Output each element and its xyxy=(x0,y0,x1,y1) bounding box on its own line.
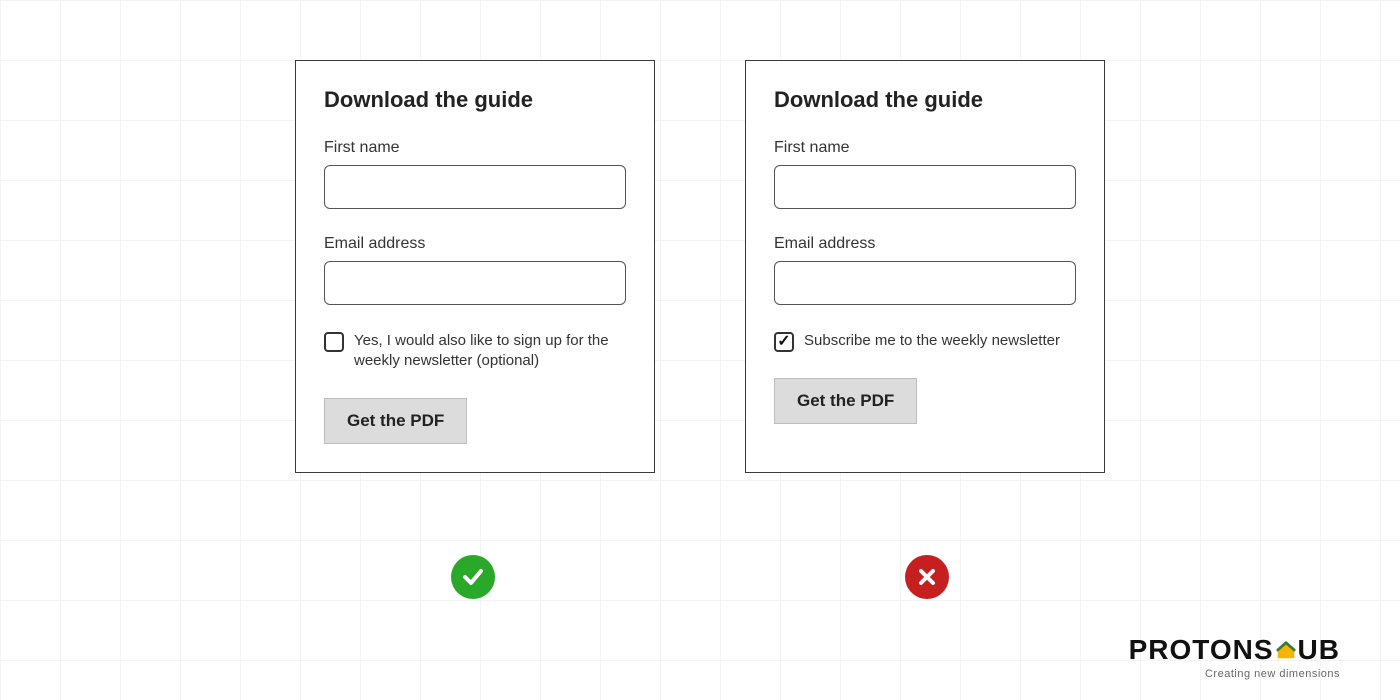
first-name-label: First name xyxy=(324,139,626,157)
newsletter-checkbox-row: Subscribe me to the weekly newsletter xyxy=(774,331,1076,352)
email-input[interactable] xyxy=(324,261,626,305)
brand-name: PROTONS UB xyxy=(1129,634,1340,666)
brand-logo: PROTONS UB Creating new dimensions xyxy=(1129,634,1340,680)
email-field: Email address xyxy=(324,235,626,305)
form-title: Download the guide xyxy=(324,87,626,113)
brand-name-right: UB xyxy=(1298,634,1340,665)
cross-icon xyxy=(915,565,939,589)
first-name-input[interactable] xyxy=(324,165,626,209)
email-field: Email address xyxy=(774,235,1076,305)
newsletter-checkbox-label: Subscribe me to the weekly newsletter xyxy=(804,331,1060,351)
verdict-row xyxy=(0,555,1400,599)
first-name-input[interactable] xyxy=(774,165,1076,209)
first-name-field: First name xyxy=(774,139,1076,209)
newsletter-checkbox[interactable] xyxy=(774,332,794,352)
comparison-panels: Download the guide First name Email addr… xyxy=(0,60,1400,473)
form-panel-bad: Download the guide First name Email addr… xyxy=(745,60,1105,473)
first-name-field: First name xyxy=(324,139,626,209)
first-name-label: First name xyxy=(774,139,1076,157)
submit-button[interactable]: Get the PDF xyxy=(774,378,917,424)
email-input[interactable] xyxy=(774,261,1076,305)
email-label: Email address xyxy=(324,235,626,253)
form-panel-good: Download the guide First name Email addr… xyxy=(295,60,655,473)
verdict-good-icon xyxy=(451,555,495,599)
newsletter-checkbox-row: Yes, I would also like to sign up for th… xyxy=(324,331,626,372)
brand-tagline: Creating new dimensions xyxy=(1129,668,1340,680)
verdict-bad-icon xyxy=(905,555,949,599)
house-icon xyxy=(1275,639,1297,661)
newsletter-checkbox-label: Yes, I would also like to sign up for th… xyxy=(354,331,626,372)
brand-name-left: PROTONS xyxy=(1129,634,1274,665)
form-title: Download the guide xyxy=(774,87,1076,113)
email-label: Email address xyxy=(774,235,1076,253)
newsletter-checkbox[interactable] xyxy=(324,332,344,352)
check-icon xyxy=(461,565,485,589)
submit-button[interactable]: Get the PDF xyxy=(324,398,467,444)
